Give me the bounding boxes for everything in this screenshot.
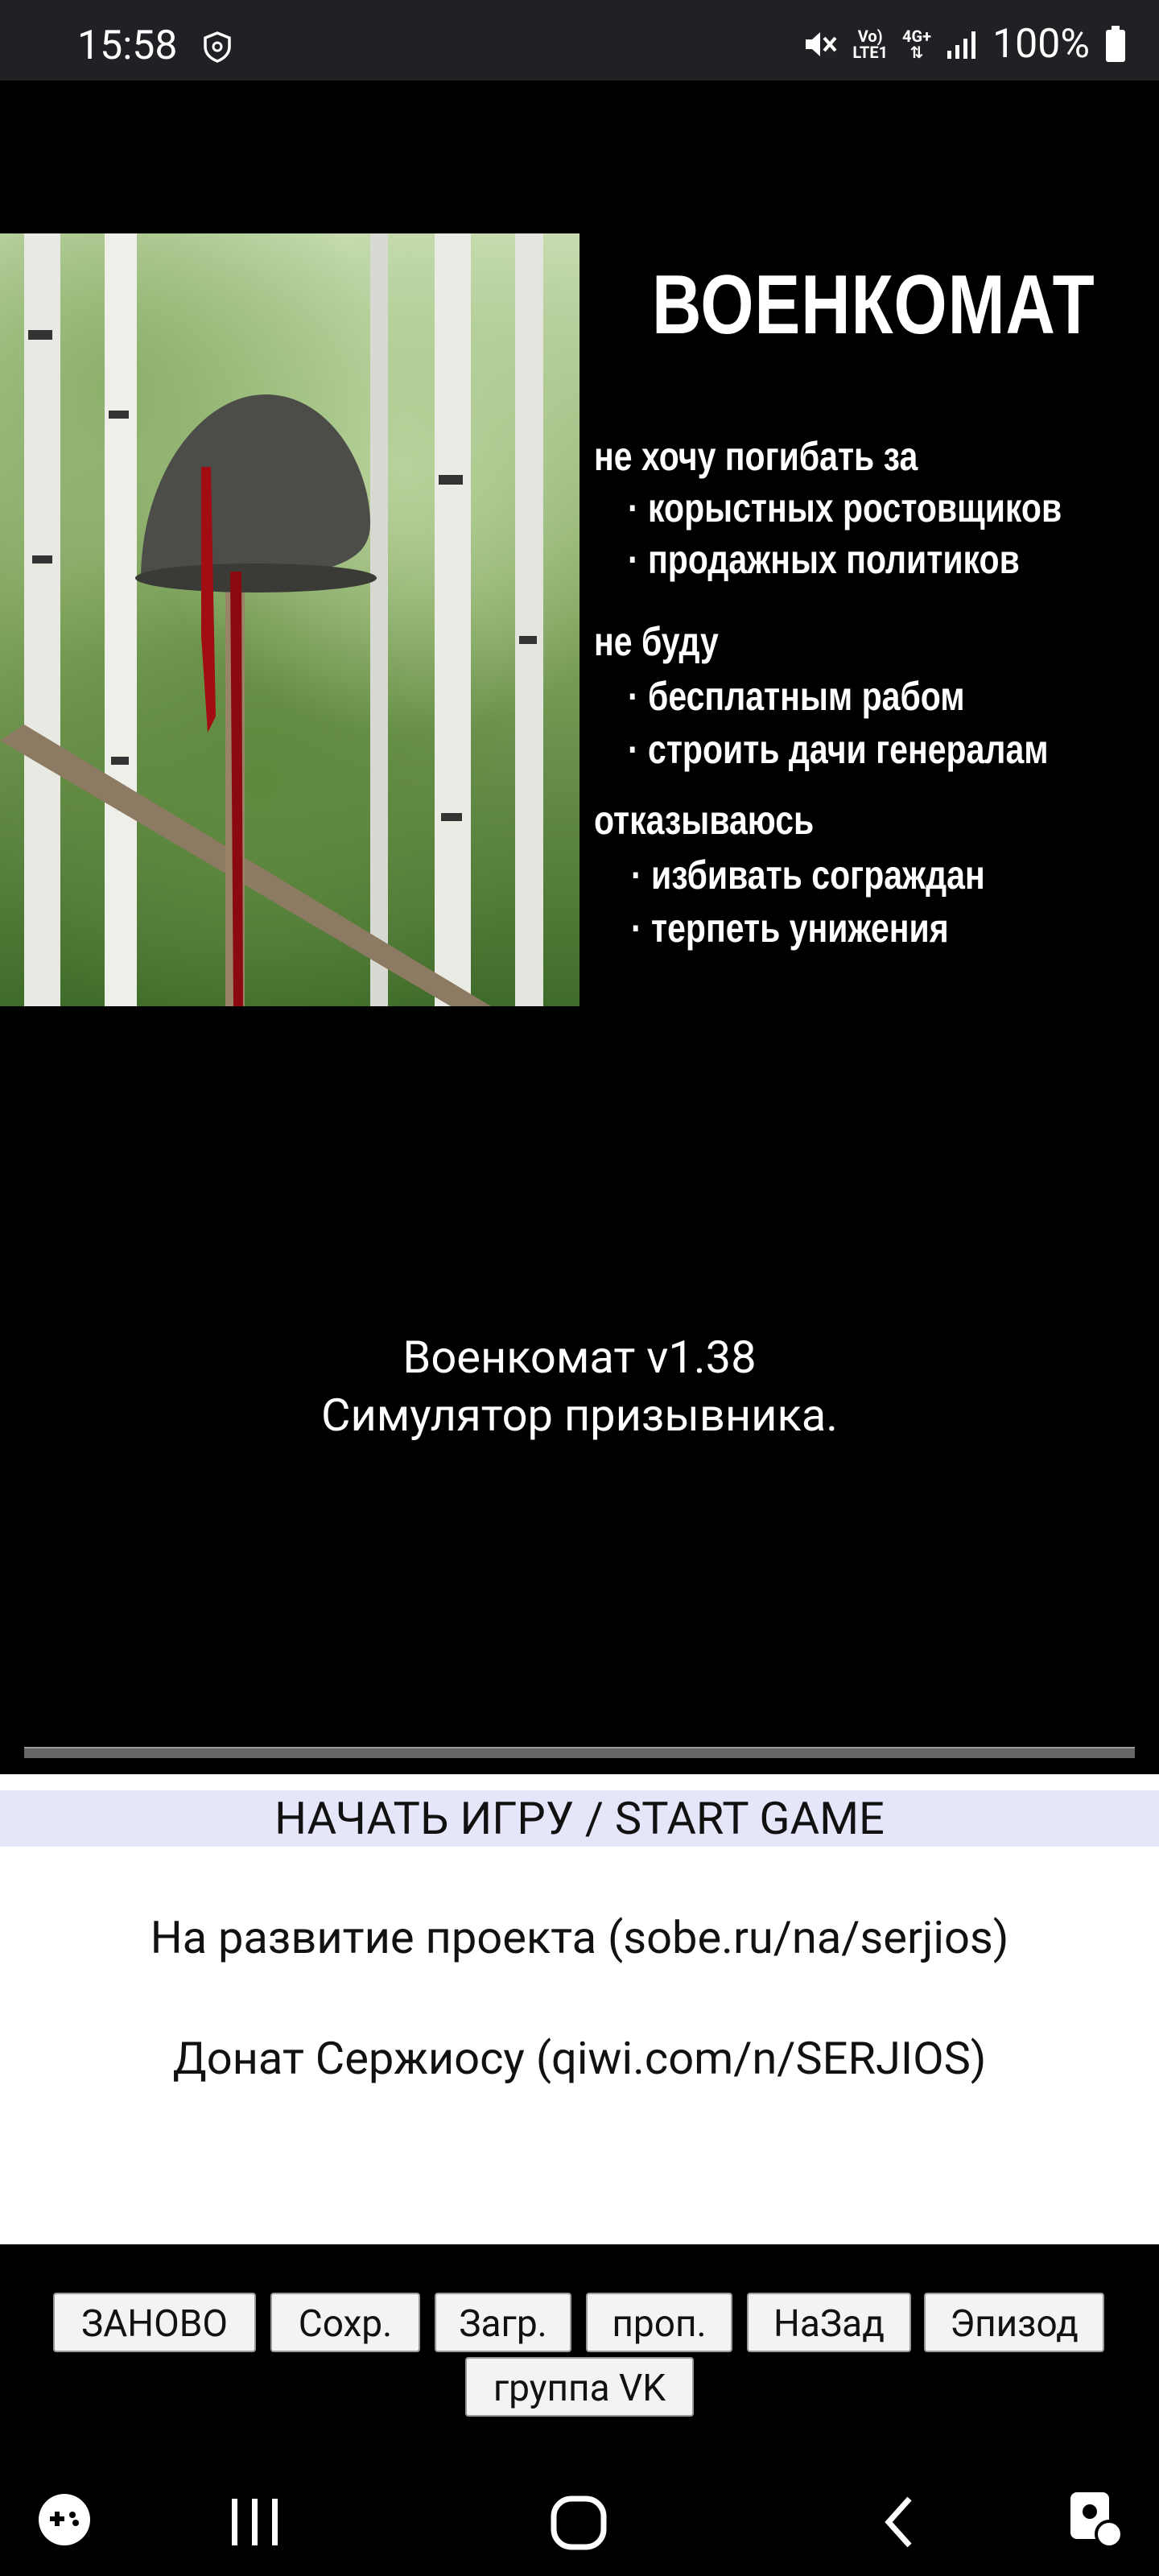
recent-apps-icon[interactable] xyxy=(227,2496,283,2549)
home-icon[interactable] xyxy=(547,2492,612,2553)
accessibility-icon[interactable] xyxy=(1064,2487,1128,2552)
poster-image: ВОЕНКОМАТ не хочу погибать за · корыстны… xyxy=(0,233,1159,1006)
donate-project-link[interactable]: На развитие проекта (sobe.ru/na/serjios) xyxy=(0,1911,1159,1964)
forest-photo xyxy=(0,233,580,1006)
system-nav-bar xyxy=(0,2462,1159,2576)
game-screen: ВОЕНКОМАТ не хочу погибать за · корыстны… xyxy=(0,80,1159,1774)
poster-line: · терпеть унижения xyxy=(631,906,949,951)
menu-panel: НАЧАТЬ ИГРУ / START GAME На развитие про… xyxy=(0,1774,1159,2244)
status-time: 15:58 xyxy=(77,23,178,69)
lte-label: LTE1 xyxy=(852,43,889,62)
battery-icon xyxy=(1106,26,1125,62)
poster-line: · продажных политиков xyxy=(628,537,1020,582)
back-button[interactable]: НаЗад xyxy=(747,2293,911,2352)
signal-icon xyxy=(947,31,976,59)
game-version-text: Военкомат v1.38 Симулятор призывника. xyxy=(0,1328,1159,1444)
poster-line: · корыстных ростовщиков xyxy=(628,485,1062,530)
subtitle-line: Симулятор призывника. xyxy=(321,1389,838,1442)
bottom-toolbar: ЗАНОВО Сохр. Загр. проп. НаЗад Эпизод гр… xyxy=(0,2244,1159,2462)
data-arrows-icon: ⇅ xyxy=(909,43,924,62)
data-type-indicator: 4G+ ⇅ xyxy=(902,28,931,60)
volte-indicator: Vo) LTE1 xyxy=(852,28,888,60)
battery-percent: 100% xyxy=(992,21,1090,68)
game-launcher-icon[interactable] xyxy=(35,2491,93,2549)
donate-serjios-link[interactable]: Донат Сержиосу (qiwi.com/n/SERJIOS) xyxy=(0,2032,1159,2085)
poster-line: · бесплатным рабом xyxy=(628,674,965,719)
poster-title: ВОЕНКОМАТ xyxy=(652,258,1095,352)
poster-line: · избивать сограждан xyxy=(631,852,985,898)
shield-icon xyxy=(204,31,231,63)
forest-illustration xyxy=(0,233,543,1006)
net-type-label: 4G+ xyxy=(902,27,932,46)
volte-label: Vo) xyxy=(857,27,883,46)
start-game-link[interactable]: НАЧАТЬ ИГРУ / START GAME xyxy=(0,1790,1159,1847)
poster-line: не хочу погибать за xyxy=(594,434,918,479)
version-line: Военкомат v1.38 xyxy=(402,1331,757,1384)
scrollbar[interactable] xyxy=(24,1747,1135,1758)
mute-icon xyxy=(806,32,837,56)
episodes-button[interactable]: Эпизод xyxy=(924,2293,1104,2352)
poster-caption: ВОЕНКОМАТ не хочу погибать за · корыстны… xyxy=(588,233,1159,1006)
restart-button[interactable]: ЗАНОВО xyxy=(53,2293,256,2352)
vk-group-button[interactable]: группа VK xyxy=(465,2357,694,2417)
load-button[interactable]: Загр. xyxy=(435,2293,571,2352)
save-button[interactable]: Сохр. xyxy=(270,2293,420,2352)
poster-line: · строить дачи генералам xyxy=(628,727,1049,772)
poster-line: не буду xyxy=(594,619,719,664)
skip-button[interactable]: проп. xyxy=(586,2293,732,2352)
poster-line: отказываюсь xyxy=(594,798,815,843)
status-bar: 15:58 Vo) LTE1 4G+ ⇅ 100% xyxy=(0,0,1159,80)
back-nav-icon[interactable] xyxy=(877,2494,922,2550)
